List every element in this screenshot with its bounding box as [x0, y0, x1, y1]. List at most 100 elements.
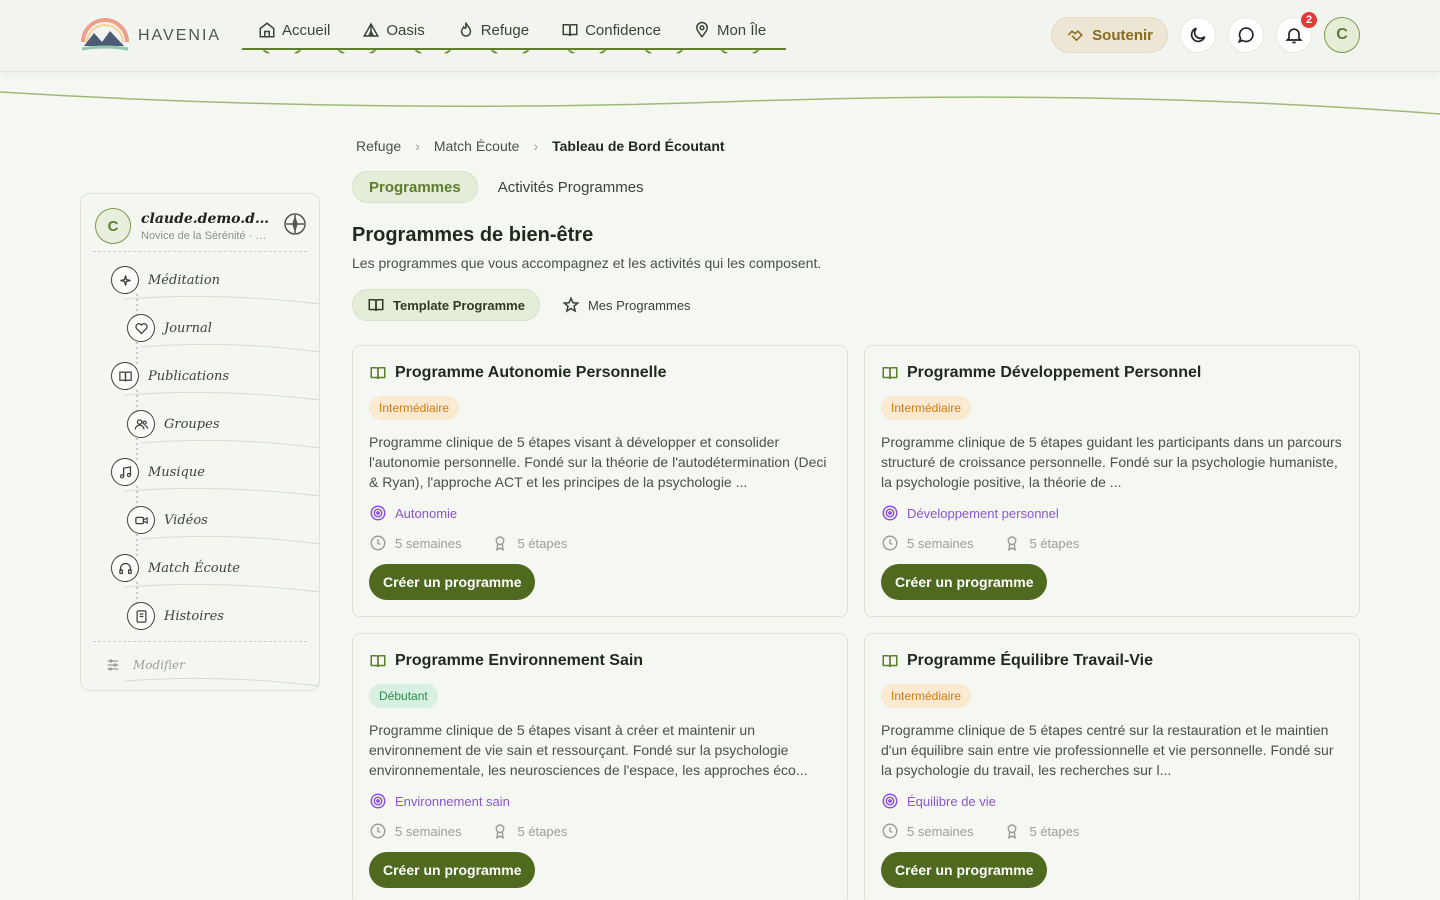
horizon-decoration [0, 91, 1440, 115]
sidebar-item-publications[interactable]: Publications [111, 362, 229, 390]
brand-logo[interactable]: HAVENIA [80, 16, 221, 56]
compass-icon[interactable] [283, 212, 307, 236]
program-card: Programme Équilibre Travail-Vie Interméd… [864, 633, 1360, 900]
card-title-text: Programme Environnement Sain [395, 652, 644, 669]
card-meta: 5 semaines 5 étapes [369, 534, 567, 552]
create-program-button[interactable]: Créer un programme [369, 852, 536, 888]
card-steps: 5 étapes [1029, 823, 1080, 839]
card-tag-label: Équilibre de vie [907, 793, 996, 809]
notifications-button[interactable]: 2 [1276, 10, 1319, 53]
theme-toggle-button[interactable] [1180, 17, 1216, 53]
sidebar-modify-label: Modifier [133, 658, 185, 672]
star-icon [562, 296, 580, 313]
support-label: Soutenir [1092, 26, 1153, 44]
bell-icon [1285, 28, 1303, 44]
page-title: Programmes de bien-être [352, 224, 594, 246]
create-program-button[interactable]: Créer un programme [369, 564, 536, 600]
book-open-icon [368, 299, 384, 312]
nav-label: Mon Île [716, 21, 767, 39]
create-program-button[interactable]: Créer un programme [881, 564, 1048, 600]
sidebar-item-meditation[interactable]: Méditation [111, 266, 220, 294]
nav-item-mon-ile[interactable]: Mon Île [677, 13, 782, 47]
sidebar-item-histoires[interactable]: Histoires [127, 602, 224, 630]
flame-icon [460, 21, 471, 37]
subtab-label: Mes Programmes [587, 297, 691, 313]
nav-label: Oasis [386, 21, 425, 39]
subtab-mes-programmes[interactable]: Mes Programmes [548, 289, 705, 321]
sidebar-modify-button[interactable]: Modifier [105, 657, 185, 673]
sparkles-icon [111, 266, 139, 294]
card-steps: 5 étapes [1029, 535, 1080, 551]
nav-label: Confidence [585, 21, 661, 39]
target-icon [370, 505, 386, 521]
card-duration: 5 semaines [395, 535, 462, 551]
clock-icon [882, 823, 898, 839]
card-title: Programme Développement Personnel [881, 364, 1201, 382]
nav-item-confidence[interactable]: Confidence [545, 13, 677, 47]
sidebar-item-videos[interactable]: Vidéos [127, 506, 208, 534]
chevron-right-icon: › [415, 138, 420, 154]
home-icon [259, 22, 275, 38]
sidebar-item-label: Musique [148, 464, 205, 480]
award-icon [495, 536, 505, 552]
users-icon [127, 410, 155, 438]
clock-icon [882, 535, 898, 551]
main-nav: Accueil Oasis Refuge Confidence Mon Île [242, 0, 786, 72]
clock-icon [370, 535, 386, 551]
headphones-icon [111, 554, 139, 582]
card-steps: 5 étapes [517, 535, 568, 551]
page-subtitle: Les programmes que vous accompagnez et l… [352, 255, 822, 271]
card-description: Programme clinique de 5 étapes visant à … [369, 722, 808, 778]
card-tag: Développement personnel [881, 504, 1059, 522]
nav-item-oasis[interactable]: Oasis [346, 13, 440, 47]
sidebar-item-label: Vidéos [164, 512, 208, 528]
sidebar-item-match-ecoute[interactable]: Match Écoute [111, 554, 240, 582]
sidebar-divider [93, 641, 307, 642]
music-icon [111, 458, 139, 486]
create-program-button[interactable]: Créer un programme [881, 852, 1048, 888]
award-icon [1007, 824, 1017, 840]
tab-programmes[interactable]: Programmes [352, 171, 478, 203]
breadcrumb-item-match-ecoute[interactable]: Match Écoute [434, 138, 520, 154]
card-tag-label: Autonomie [395, 505, 458, 521]
sidebar-item-label: Journal [164, 320, 212, 336]
sidebar-user-name: claude.demo.desk [141, 210, 271, 227]
card-duration: 5 semaines [907, 535, 974, 551]
level-badge: Débutant [369, 684, 438, 708]
tab-activites-programmes[interactable]: Activités Programmes [482, 171, 660, 203]
header-actions: Soutenir 2 C [1051, 10, 1360, 53]
sidebar-item-musique[interactable]: Musique [111, 458, 205, 486]
sidebar-divider [93, 251, 307, 252]
program-subtabs: Template Programme Mes Programmes [352, 289, 705, 321]
sidebar-item-label: Histoires [164, 608, 224, 624]
sidebar-item-label: Match Écoute [148, 560, 240, 576]
user-avatar[interactable]: C [1324, 17, 1360, 53]
book-open-icon [370, 655, 386, 668]
card-title-text: Programme Équilibre Travail-Vie [907, 652, 1154, 669]
target-icon [882, 793, 898, 809]
card-description: Programme clinique de 5 étapes guidant l… [881, 434, 1342, 490]
support-button[interactable]: Soutenir [1051, 17, 1168, 53]
sidebar-item-journal[interactable]: Journal [127, 314, 212, 342]
card-steps: 5 étapes [517, 823, 568, 839]
book-open-icon [882, 655, 898, 668]
subtab-template-programme[interactable]: Template Programme [352, 289, 540, 321]
tent-icon [363, 22, 380, 37]
card-description: Programme clinique de 5 étapes centré su… [881, 722, 1334, 778]
target-icon [882, 505, 898, 521]
breadcrumb-item-refuge[interactable]: Refuge [356, 138, 401, 154]
nav-label: Refuge [480, 21, 530, 39]
nav-item-refuge[interactable]: Refuge [441, 13, 545, 47]
sidebar-user[interactable]: C claude.demo.desk Novice de la Sérénité… [95, 204, 307, 248]
nav-item-accueil[interactable]: Accueil [242, 13, 346, 47]
card-description: Programme clinique de 5 étapes visant à … [369, 434, 827, 490]
brand-name: HAVENIA [138, 27, 222, 44]
card-meta: 5 semaines 5 étapes [369, 822, 567, 840]
award-icon [1007, 536, 1017, 552]
messages-button[interactable] [1228, 17, 1264, 53]
sidebar-item-groupes[interactable]: Groupes [127, 410, 220, 438]
card-title: Programme Environnement Sain [369, 652, 643, 670]
card-tag-label: Développement personnel [907, 505, 1059, 521]
video-icon [127, 506, 155, 534]
card-tag: Équilibre de vie [881, 792, 996, 810]
